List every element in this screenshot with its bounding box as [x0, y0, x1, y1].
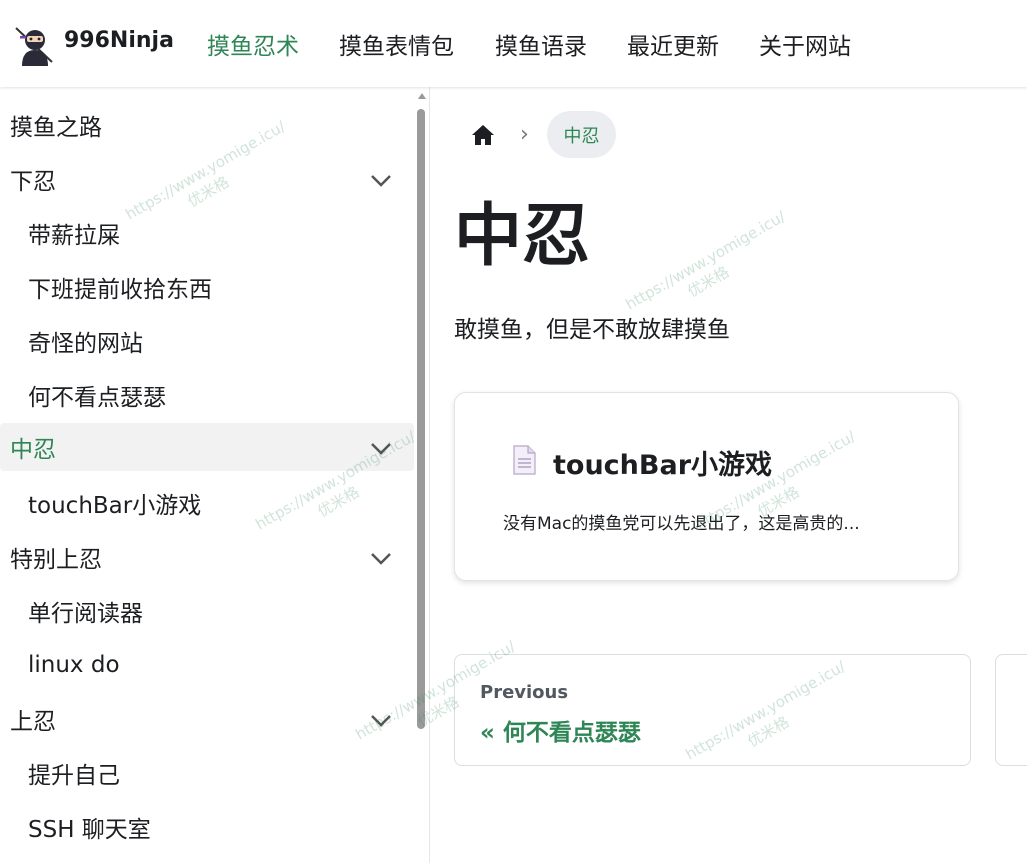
sidebar-item-touchbar[interactable]: touchBar小游戏	[0, 479, 414, 527]
sidebar-item-chunin[interactable]: 中忍	[0, 423, 414, 471]
sidebar-item-label: 奇怪的网站	[28, 331, 143, 357]
sidebar-item-label: 下班提前收拾东西	[28, 277, 212, 303]
sidebar-item-label: touchBar小游戏	[28, 493, 202, 519]
sidebar-item-label: 何不看点瑟瑟	[28, 385, 166, 411]
pagination-prev-label: « 何不看点瑟瑟	[480, 720, 641, 746]
nav-link-quotes[interactable]: 摸鱼语录	[495, 27, 587, 61]
scroll-up-arrow-icon[interactable]	[418, 93, 426, 99]
sidebar-item-label: 下忍	[10, 169, 56, 195]
sidebar-item-label: SSH 聊天室	[28, 817, 151, 843]
nav-link-ninjutsu[interactable]: 摸鱼忍术	[207, 27, 299, 61]
sidebar-item-ssh-chat[interactable]: SSH 聊天室	[0, 803, 414, 851]
nav-link-recent[interactable]: 最近更新	[627, 27, 719, 61]
sidebar-item-pack-early[interactable]: 下班提前收拾东西	[0, 263, 414, 311]
sidebar-item-label: 摸鱼之路	[10, 115, 102, 141]
sidebar-item-special-jonin[interactable]: 特别上忍	[0, 533, 414, 581]
sidebar-item-genin[interactable]: 下忍	[0, 155, 414, 203]
home-icon[interactable]	[469, 121, 497, 149]
sidebar-item-label: 中忍	[10, 437, 56, 463]
pagination-prev-sublabel: Previous	[480, 682, 569, 703]
page-description: 敢摸鱼，但是不敢放肆摸鱼	[454, 317, 730, 343]
sidebar-item-label: 单行阅读器	[28, 601, 143, 627]
chevron-down-icon[interactable]	[368, 545, 394, 571]
sidebar-item-self-improve[interactable]: 提升自己	[0, 749, 414, 797]
breadcrumb-current[interactable]: 中忍	[547, 111, 616, 158]
sidebar-item-linux-do[interactable]: linux do	[0, 641, 414, 689]
doc-card-touchbar[interactable]: touchBar小游戏 没有Mac的摸鱼党可以先退出了，这是高贵的...	[454, 392, 959, 581]
chevron-down-icon[interactable]	[368, 707, 394, 733]
sidebar-item-label: 带薪拉屎	[28, 223, 120, 249]
sidebar-item-weird-sites[interactable]: 奇怪的网站	[0, 317, 414, 365]
pagination-next[interactable]	[995, 654, 1027, 766]
sidebar-item-label: 特别上忍	[10, 547, 102, 573]
sidebar-item-label: 提升自己	[28, 763, 120, 789]
watermark-url: https://www.yomige.icu/	[622, 207, 789, 314]
nav-link-about[interactable]: 关于网站	[759, 27, 851, 61]
sidebar-item-label: linux do	[28, 652, 120, 678]
document-icon	[513, 445, 536, 475]
nav-link-memes[interactable]: 摸鱼表情包	[339, 27, 454, 61]
sidebar-item-line-reader[interactable]: 单行阅读器	[0, 587, 414, 635]
ninja-logo-icon[interactable]	[12, 22, 56, 66]
sidebar-item-sese[interactable]: 何不看点瑟瑟	[0, 371, 414, 419]
sidebar: 摸鱼之路 下忍 带薪拉屎 下班提前收拾东西 奇怪的网站 何不看点瑟瑟 中忍 to…	[0, 87, 430, 863]
navbar: 996Ninja 摸鱼忍术 摸鱼表情包 摸鱼语录 最近更新 关于网站	[0, 0, 1027, 87]
page-title: 中忍	[454, 197, 591, 276]
chevron-down-icon[interactable]	[368, 167, 394, 193]
card-description: 没有Mac的摸鱼党可以先退出了，这是高贵的...	[503, 514, 860, 534]
pagination-prev[interactable]: Previous « 何不看点瑟瑟	[454, 654, 971, 766]
sidebar-item-paid-toilet[interactable]: 带薪拉屎	[0, 209, 414, 257]
sidebar-item-label: 上忍	[10, 709, 56, 735]
breadcrumb-separator-icon: ›	[520, 122, 529, 147]
chevron-down-icon[interactable]	[368, 435, 394, 461]
sidebar-item-jonin[interactable]: 上忍	[0, 695, 414, 743]
card-title: touchBar小游戏	[553, 450, 773, 481]
sidebar-item-road[interactable]: 摸鱼之路	[0, 101, 414, 149]
brand-title[interactable]: 996Ninja	[64, 28, 174, 53]
scrollbar-thumb[interactable]	[417, 109, 425, 729]
sidebar-scrollbar[interactable]	[415, 87, 427, 863]
